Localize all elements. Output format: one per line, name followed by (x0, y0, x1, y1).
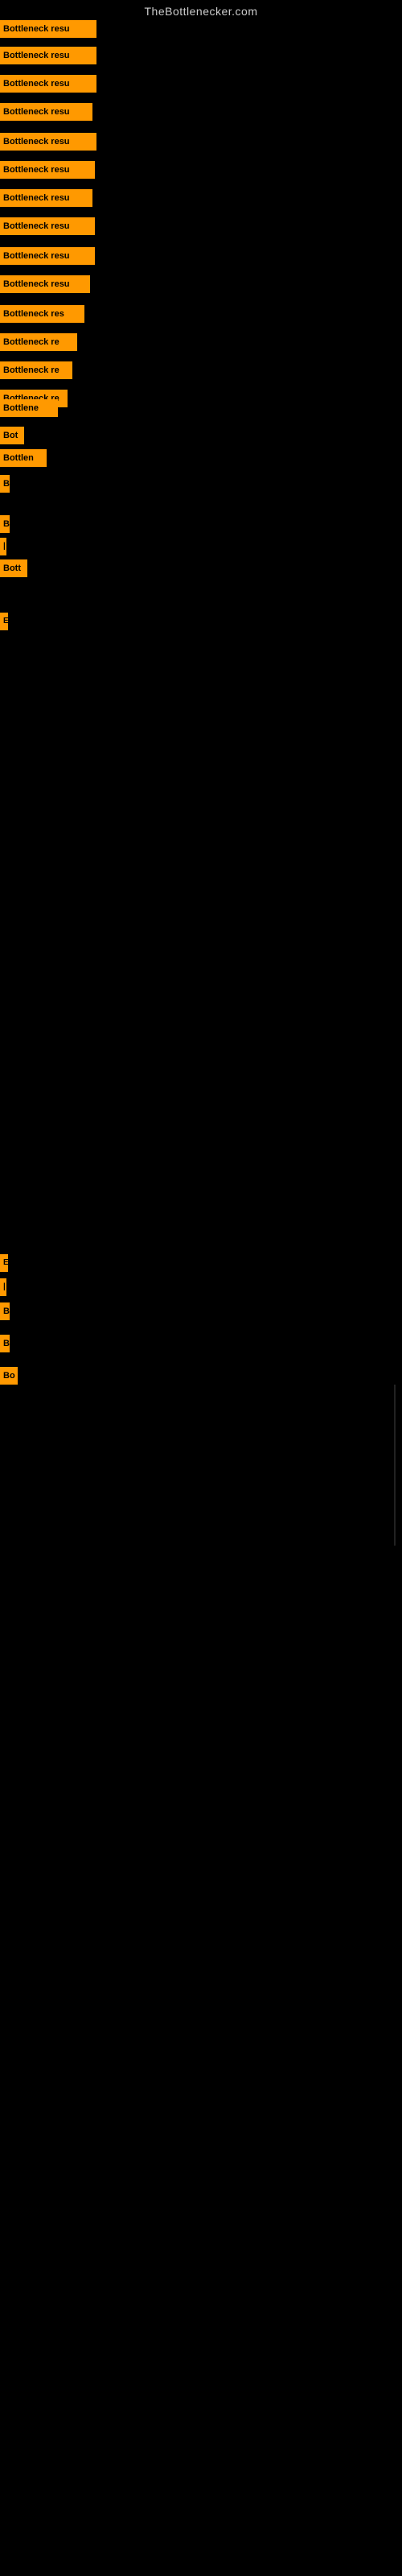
bar-label-26: B (0, 1335, 10, 1352)
bar-row-2: Bottleneck resu (0, 47, 96, 68)
bar-row-25: B (0, 1302, 10, 1324)
bar-label-4: Bottleneck resu (0, 103, 92, 121)
bar-label-18: B (0, 475, 10, 493)
bar-row-15: Bottlene (0, 399, 58, 421)
bar-row-9: Bottleneck resu (0, 247, 95, 269)
bar-row-17: Bottlen (0, 449, 47, 471)
bar-label-21: Bott (0, 559, 27, 577)
bar-label-27: Bo (0, 1367, 18, 1385)
vertical-rule (394, 1385, 396, 1546)
bar-label-24: | (0, 1278, 6, 1296)
bar-label-10: Bottleneck resu (0, 275, 90, 293)
bar-label-11: Bottleneck res (0, 305, 84, 323)
bar-label-19: B (0, 515, 10, 533)
bar-row-24: | (0, 1278, 6, 1300)
bar-row-27: Bo (0, 1367, 18, 1389)
bar-row-5: Bottleneck resu (0, 133, 96, 155)
bar-label-2: Bottleneck resu (0, 47, 96, 64)
bar-label-23: E (0, 1254, 8, 1272)
bar-row-6: Bottleneck resu (0, 161, 95, 183)
bar-row-11: Bottleneck res (0, 305, 84, 327)
bar-row-8: Bottleneck resu (0, 217, 95, 239)
bar-row-3: Bottleneck resu (0, 75, 96, 97)
bar-label-20: | (0, 538, 6, 555)
bar-label-25: B (0, 1302, 10, 1320)
bar-label-6: Bottleneck resu (0, 161, 95, 179)
bar-label-9: Bottleneck resu (0, 247, 95, 265)
bar-row-1: Bottleneck resu (0, 20, 96, 42)
bar-label-15: Bottlene (0, 399, 58, 417)
bar-row-26: B (0, 1335, 10, 1356)
bar-label-3: Bottleneck resu (0, 75, 96, 93)
bar-row-20: | (0, 538, 6, 559)
bar-row-10: Bottleneck resu (0, 275, 90, 297)
bar-row-7: Bottleneck resu (0, 189, 92, 211)
bar-row-12: Bottleneck re (0, 333, 77, 355)
bar-label-12: Bottleneck re (0, 333, 77, 351)
bar-row-16: Bot (0, 427, 24, 448)
bar-row-19: B (0, 515, 10, 537)
bar-label-8: Bottleneck resu (0, 217, 95, 235)
bar-label-16: Bot (0, 427, 24, 444)
bar-label-5: Bottleneck resu (0, 133, 96, 151)
bar-label-1: Bottleneck resu (0, 20, 96, 38)
bar-row-22: E (0, 613, 8, 634)
bar-label-22: E (0, 613, 8, 630)
bar-row-4: Bottleneck resu (0, 103, 92, 125)
bar-label-17: Bottlen (0, 449, 47, 467)
bar-row-21: Bott (0, 559, 27, 581)
bar-label-13: Bottleneck re (0, 361, 72, 379)
bar-row-18: B (0, 475, 10, 497)
site-title: TheBottlenecker.com (0, 0, 402, 21)
bar-row-23: E (0, 1254, 8, 1276)
bar-row-13: Bottleneck re (0, 361, 72, 383)
bar-label-7: Bottleneck resu (0, 189, 92, 207)
